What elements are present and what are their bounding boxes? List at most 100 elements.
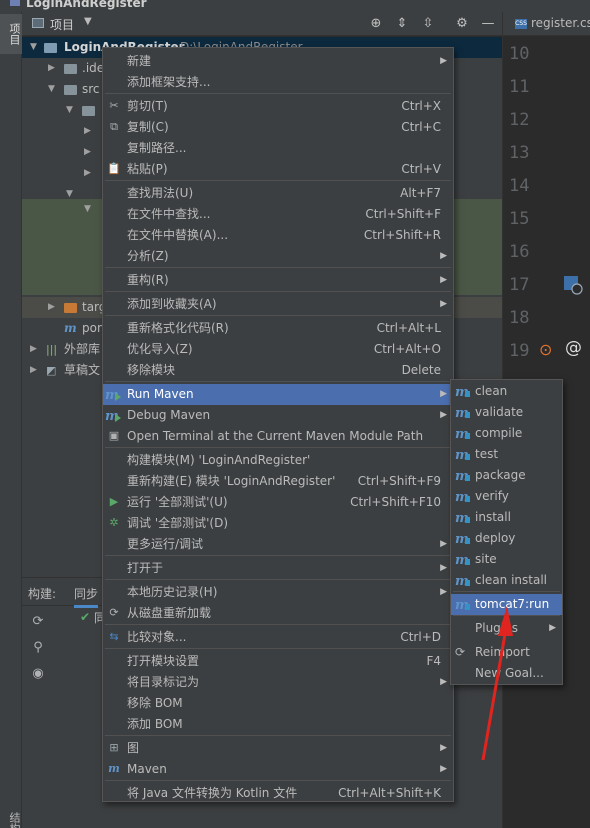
maven-goal-item[interactable]: m deploy	[451, 528, 562, 549]
tab-build[interactable]: 构建:	[28, 585, 56, 602]
chevron-right-icon[interactable]: ▶	[84, 163, 94, 184]
menu-item[interactable]: m Maven ▶	[103, 759, 453, 780]
menu-item-label: 运行 '全部测试'(U)	[127, 495, 228, 509]
chevron-down-icon[interactable]: ▼	[66, 100, 76, 121]
menu-item[interactable]: 重新格式化代码(R) Ctrl+Alt+L	[103, 318, 453, 339]
refresh-icon[interactable]: ⟳	[30, 614, 46, 630]
eye-icon[interactable]: ◉	[30, 666, 46, 682]
maven-goal-item[interactable]: Plugins ▶	[451, 618, 562, 639]
menu-item-label: 重新格式化代码(R)	[127, 321, 229, 335]
maven-goal-item[interactable]: ⟳ Reimport	[451, 642, 562, 663]
maven-goal-label: verify	[475, 489, 509, 503]
chevron-right-icon[interactable]: ▶	[84, 142, 94, 163]
expand-all-icon[interactable]: ⇕	[393, 15, 411, 33]
menu-item[interactable]: 添加框架支持...	[103, 72, 453, 93]
menu-item[interactable]: 复制路径...	[103, 138, 453, 159]
menu-item[interactable]: ✲ 调试 '全部测试'(D)	[103, 513, 453, 534]
menu-item[interactable]: ⧉ 复制(C) Ctrl+C	[103, 117, 453, 138]
maven-goal-item[interactable]: m test	[451, 444, 562, 465]
maven-goal-item[interactable]: m clean	[451, 381, 562, 402]
menu-item[interactable]: ▣ Open Terminal at the Current Maven Modu…	[103, 426, 453, 447]
maven-goal-item[interactable]: m install	[451, 507, 562, 528]
menu-item[interactable]: 移除模块 Delete	[103, 360, 453, 381]
project-view-label[interactable]: 项目	[50, 16, 74, 33]
structure-tool-tab[interactable]: 结构	[0, 808, 22, 828]
menu-item[interactable]: 更多运行/调试 ▶	[103, 534, 453, 555]
maven-goal-item[interactable]: m tomcat7:run	[451, 594, 562, 615]
menu-item[interactable]: 本地历史记录(H) ▶	[103, 582, 453, 603]
menu-item[interactable]: 📋 粘贴(P) Ctrl+V	[103, 159, 453, 180]
css-file-icon: CSS	[515, 19, 527, 29]
diagram-icon: ⊞	[109, 741, 119, 754]
menu-item[interactable]: 添加 BOM	[103, 714, 453, 735]
menu-item[interactable]: 构建模块(M) 'LoginAndRegister'	[103, 450, 453, 471]
pin-icon[interactable]: ⚲	[30, 640, 46, 656]
folder-icon	[82, 106, 95, 116]
locate-icon[interactable]: ⊕	[367, 15, 385, 33]
scissors-icon: ✂	[109, 99, 119, 112]
tree-label-scratches: 草稿文	[64, 363, 101, 377]
chevron-right-icon[interactable]: ▶	[48, 58, 58, 79]
menu-item[interactable]: 分析(Z) ▶	[103, 246, 453, 267]
menu-item[interactable]: ✂ 剪切(T) Ctrl+X	[103, 96, 453, 117]
maven-goal-item[interactable]: m compile	[451, 423, 562, 444]
collapse-all-icon[interactable]: ⇳	[419, 15, 437, 33]
tree-label-src: src	[82, 82, 100, 96]
menu-item[interactable]: 重新构建(E) 模块 'LoginAndRegister' Ctrl+Shift+…	[103, 471, 453, 492]
menu-item[interactable]: ⇆ 比较对象... Ctrl+D	[103, 627, 453, 648]
menu-item[interactable]: 将 Java 文件转换为 Kotlin 文件 Ctrl+Alt+Shift+K	[103, 783, 453, 804]
menu-item[interactable]: ⟳ 从磁盘重新加载	[103, 603, 453, 624]
menu-item-shortcut: Ctrl+Shift+F10	[350, 495, 441, 509]
line-number: 15	[509, 209, 530, 229]
maven-goal-item[interactable]: m verify	[451, 486, 562, 507]
maven-goal-item[interactable]: m clean install	[451, 570, 562, 591]
menu-item[interactable]: 将目录标记为 ▶	[103, 672, 453, 693]
chevron-right-icon[interactable]: ▶	[30, 339, 40, 360]
menu-item[interactable]: 添加到收藏夹(A) ▶	[103, 294, 453, 315]
web-gutter-icon[interactable]	[563, 275, 583, 295]
menu-item[interactable]: 移除 BOM	[103, 693, 453, 714]
project-tool-tab[interactable]: 项目	[0, 14, 22, 54]
gear-icon[interactable]: ⚙	[453, 15, 471, 33]
menu-item-label: 在文件中替换(A)...	[127, 228, 229, 242]
window-title-bar: LoginAndRegister	[0, 0, 590, 12]
chevron-right-icon[interactable]: ▶	[30, 360, 40, 381]
chevron-down-icon[interactable]: ▼	[84, 16, 92, 27]
submenu-arrow-icon: ▶	[440, 299, 447, 309]
annotation-gutter-icon[interactable]: @	[565, 338, 582, 358]
maven-goal-item[interactable]: m site	[451, 549, 562, 570]
chevron-right-icon[interactable]: ▶	[84, 121, 94, 142]
menu-item[interactable]: m Debug Maven ▶	[103, 405, 453, 426]
menu-item-shortcut: Ctrl+V	[401, 162, 441, 176]
chevron-down-icon[interactable]: ▼	[84, 199, 94, 220]
maven-icon: m	[108, 762, 120, 775]
menu-separator	[105, 315, 451, 316]
maven-goal-item[interactable]: m package	[451, 465, 562, 486]
menu-item[interactable]: 在文件中查找... Ctrl+Shift+F	[103, 204, 453, 225]
tab-sync[interactable]: 同步	[74, 585, 99, 608]
chevron-right-icon[interactable]: ▶	[48, 297, 58, 318]
maven-goal-item[interactable]: m validate	[451, 402, 562, 423]
menu-item[interactable]: 在文件中替换(A)... Ctrl+Shift+R	[103, 225, 453, 246]
menu-item-shortcut: Ctrl+Shift+R	[363, 228, 441, 242]
editor-tab[interactable]: CSS register.css	[503, 12, 590, 36]
menu-item[interactable]: 重构(R) ▶	[103, 270, 453, 291]
menu-item[interactable]: 打开模块设置 F4	[103, 651, 453, 672]
menu-item[interactable]: 优化导入(Z) Ctrl+Alt+O	[103, 339, 453, 360]
hide-icon[interactable]: —	[479, 15, 497, 33]
menu-item[interactable]: 查找用法(U) Alt+F7	[103, 183, 453, 204]
override-gutter-icon[interactable]: ⊙	[539, 340, 552, 359]
maven-goal-item[interactable]: New Goal...	[451, 663, 562, 684]
menu-item-shortcut: Ctrl+Shift+F9	[357, 474, 441, 488]
chevron-down-icon[interactable]: ▼	[48, 79, 58, 100]
submenu-arrow-icon: ▶	[440, 539, 447, 549]
line-number: 18	[509, 308, 530, 328]
submenu-arrow-icon: ▶	[440, 587, 447, 597]
menu-item[interactable]: ⊞ 图 ▶	[103, 738, 453, 759]
menu-separator	[105, 93, 451, 94]
menu-item[interactable]: 打开于 ▶	[103, 558, 453, 579]
menu-item[interactable]: m Run Maven ▶	[103, 384, 453, 405]
chevron-down-icon[interactable]: ▼	[30, 37, 40, 58]
menu-item[interactable]: ▶ 运行 '全部测试'(U) Ctrl+Shift+F10	[103, 492, 453, 513]
menu-item[interactable]: 新建 ▶	[103, 51, 453, 72]
